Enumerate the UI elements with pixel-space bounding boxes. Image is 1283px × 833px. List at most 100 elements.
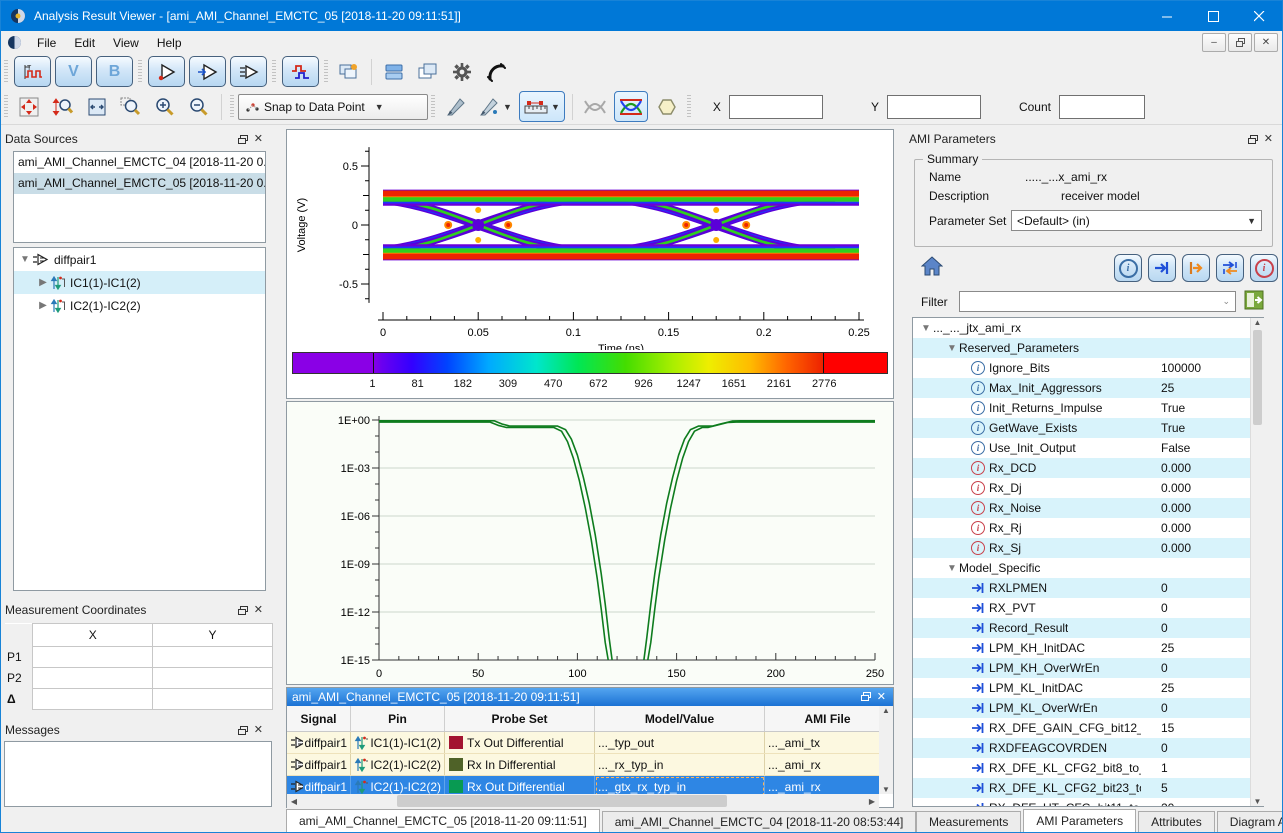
- parameter-row[interactable]: iInit_Returns_ImpulseTrue: [913, 398, 1263, 418]
- table-row[interactable]: diffpair1IC2(1)-IC2(2)Rx In Differential…: [287, 754, 879, 776]
- close-panel-icon[interactable]: ✕: [254, 134, 263, 145]
- mask-polygon-button[interactable]: [652, 93, 682, 121]
- eye-diagram-button[interactable]: [614, 91, 648, 122]
- parameter-tree-scrollbar[interactable]: ▲▼: [1250, 318, 1264, 806]
- parameter-row[interactable]: iIgnore_Bits100000: [913, 358, 1263, 378]
- toolbar-grip[interactable]: [272, 60, 276, 84]
- parameter-row[interactable]: RXLPMEN0: [913, 578, 1263, 598]
- menu-item-file[interactable]: File: [28, 33, 65, 53]
- toolbar-grip[interactable]: [324, 60, 328, 84]
- parameter-row[interactable]: RX_PVT0: [913, 598, 1263, 618]
- column-header-model-value[interactable]: Model/Value: [595, 706, 765, 731]
- table-row[interactable]: diffpair1IC1(1)-IC1(2)Tx Out Differentia…: [287, 732, 879, 754]
- close-panel-icon[interactable]: ✕: [877, 692, 886, 703]
- parameter-row[interactable]: LPM_KH_OverWrEn0: [913, 658, 1263, 678]
- probe-tool-button[interactable]: [441, 93, 471, 121]
- data-source-item[interactable]: ami_AMI_Channel_EMCTC_04 [2018-11-20 0..…: [14, 152, 265, 173]
- menu-item-help[interactable]: Help: [148, 33, 191, 53]
- fit-vertical-button[interactable]: [48, 93, 78, 121]
- parameter-row[interactable]: iRx_Rj0.000: [913, 518, 1263, 538]
- side-tab-ami-parameters[interactable]: AMI Parameters: [1023, 809, 1136, 833]
- y-value-cell[interactable]: [153, 668, 273, 689]
- tree-chevron-icon[interactable]: ▼: [945, 563, 959, 574]
- float-panel-icon[interactable]: [238, 726, 248, 735]
- toolbar-grip[interactable]: [4, 95, 8, 119]
- x-value-cell[interactable]: [33, 668, 153, 689]
- parameter-row[interactable]: iRx_Sj0.000: [913, 538, 1263, 558]
- eye-diagram-panel[interactable]: 0.50-0.500.050.10.150.20.25Time (ns)Volt…: [286, 129, 894, 399]
- side-tab-attributes[interactable]: Attributes: [1138, 811, 1215, 833]
- zoom-window-button[interactable]: [116, 93, 146, 121]
- voltage-view-button[interactable]: V: [55, 56, 92, 87]
- y-coordinate-field[interactable]: [887, 95, 981, 119]
- float-panel-icon[interactable]: [861, 692, 871, 703]
- eye-diagram-svg[interactable]: 0.50-0.500.050.10.150.20.25Time (ns)Volt…: [287, 130, 893, 350]
- toolbar-grip[interactable]: [431, 95, 435, 119]
- tree-item-ic2-1-ic2-2-[interactable]: ▶IC2(1)-IC2(2): [14, 294, 265, 317]
- run-input-button[interactable]: [189, 56, 226, 87]
- toolbar-grip[interactable]: [687, 95, 691, 119]
- tree-chevron-icon[interactable]: ▶: [36, 277, 50, 288]
- eye-diagram-plot[interactable]: 0.50-0.500.050.10.150.20.25Time (ns)Volt…: [287, 130, 893, 353]
- apply-filter-button[interactable]: [1244, 290, 1264, 313]
- table-row[interactable]: diffpair1IC2(1)-IC2(2)Rx Out Differentia…: [287, 776, 879, 794]
- parameter-row[interactable]: ▼..._..._jtx_ami_rx: [913, 318, 1263, 338]
- column-header-ami-file[interactable]: AMI File: [765, 706, 879, 731]
- waveform-viewer-button[interactable]: T: [14, 56, 51, 87]
- parameter-row[interactable]: iRx_Noise0.000: [913, 498, 1263, 518]
- y-value-cell[interactable]: [153, 689, 273, 710]
- bit-view-button[interactable]: B: [96, 56, 133, 87]
- scroll-thumb[interactable]: [397, 795, 727, 807]
- parameter-row[interactable]: RX_DFE_UT_CFG_bit11_to_520: [913, 798, 1263, 807]
- home-button[interactable]: [921, 255, 943, 280]
- mdi-restore-button[interactable]: [1228, 33, 1252, 52]
- parameter-row[interactable]: RX_DFE_GAIN_CFG_bit12_to_815: [913, 718, 1263, 738]
- y-value-cell[interactable]: [153, 647, 273, 668]
- x-coordinate-field[interactable]: [729, 95, 823, 119]
- parameter-row[interactable]: ▼Model_Specific: [913, 558, 1263, 578]
- table-vertical-scrollbar[interactable]: ▲▼: [879, 706, 893, 794]
- parameter-row[interactable]: iUse_Init_OutputFalse: [913, 438, 1263, 458]
- tools-button[interactable]: [481, 58, 511, 86]
- parameter-row[interactable]: Record_Result0: [913, 618, 1263, 638]
- run-probe-button[interactable]: [148, 56, 185, 87]
- bathtub-svg[interactable]: 1E+001E-031E-061E-091E-121E-150501001502…: [287, 402, 893, 684]
- close-button[interactable]: [1236, 1, 1282, 31]
- menu-item-view[interactable]: View: [104, 33, 148, 53]
- tree-chevron-icon[interactable]: ▼: [945, 343, 959, 354]
- scroll-left-arrow[interactable]: ◀: [287, 794, 301, 808]
- eye-mask-button-disabled[interactable]: [580, 93, 610, 121]
- side-tab-diagram-attributes[interactable]: Diagram Attributes: [1217, 811, 1283, 833]
- x-value-cell[interactable]: [33, 647, 153, 668]
- result-tab[interactable]: ami_AMI_Channel_EMCTC_04 [2018-11-20 08:…: [602, 811, 917, 833]
- parameter-row[interactable]: ▼Reserved_Parameters: [913, 338, 1263, 358]
- zoom-in-button[interactable]: [150, 93, 180, 121]
- close-panel-icon[interactable]: ✕: [1264, 134, 1273, 145]
- mdi-minimize-button[interactable]: –: [1202, 33, 1226, 52]
- bathtub-panel[interactable]: 1E+001E-031E-061E-091E-121E-150501001502…: [286, 401, 894, 685]
- column-header-pin[interactable]: Pin: [351, 706, 445, 731]
- data-source-item[interactable]: ami_AMI_Channel_EMCTC_05 [2018-11-20 0..…: [14, 173, 265, 194]
- filter-combo[interactable]: ⌄: [959, 291, 1236, 312]
- count-field[interactable]: [1059, 95, 1145, 119]
- result-tab[interactable]: ami_AMI_Channel_EMCTC_05 [2018-11-20 09:…: [286, 809, 600, 833]
- minimize-button[interactable]: [1144, 1, 1190, 31]
- menu-item-edit[interactable]: Edit: [65, 33, 104, 53]
- parameter-row[interactable]: iRx_DCD0.000: [913, 458, 1263, 478]
- tile-horizontal-button[interactable]: [379, 58, 409, 86]
- zoom-out-button[interactable]: [184, 93, 214, 121]
- close-panel-icon[interactable]: ✕: [254, 725, 263, 736]
- settings-button[interactable]: [447, 58, 477, 86]
- tree-chevron-icon[interactable]: ▶: [36, 300, 50, 311]
- show-inout-params-button[interactable]: [1216, 254, 1244, 282]
- parameter-row[interactable]: RX_DFE_KL_CFG2_bit23_to_265: [913, 778, 1263, 798]
- cascade-windows-button[interactable]: [413, 58, 443, 86]
- maximize-button[interactable]: [1190, 1, 1236, 31]
- column-header-probe-set[interactable]: Probe Set: [445, 706, 595, 731]
- float-panel-icon[interactable]: [238, 135, 248, 144]
- new-sheet-button[interactable]: [334, 58, 364, 86]
- parameter-row[interactable]: RXDFEAGCOVRDEN0: [913, 738, 1263, 758]
- parameter-row[interactable]: iGetWave_ExistsTrue: [913, 418, 1263, 438]
- show-output-params-button[interactable]: [1182, 254, 1210, 282]
- pulse-compare-button[interactable]: [282, 56, 319, 87]
